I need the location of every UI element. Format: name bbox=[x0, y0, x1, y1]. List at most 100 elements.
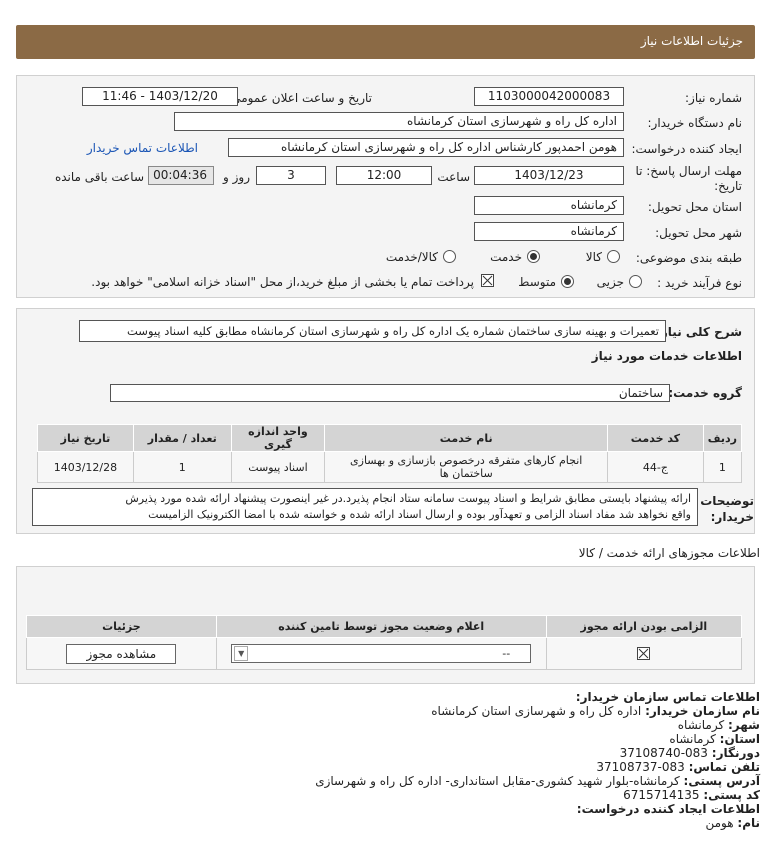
process-radio-minor[interactable] bbox=[629, 275, 642, 288]
permit-details-cell: مشاهده مجوز bbox=[26, 637, 217, 670]
need-number-field: 1103000042000083 bbox=[474, 87, 624, 106]
remaining-time-label: ساعت باقی مانده bbox=[54, 170, 144, 184]
row-number: 1 bbox=[702, 451, 743, 483]
col-permit-details: جزئیات bbox=[26, 615, 217, 638]
buyer-org-field: اداره کل راه و شهرسازی استان کرمانشاه bbox=[174, 112, 624, 131]
contact-fax-label: دورنگار: bbox=[711, 746, 760, 760]
category-option-service: خدمت bbox=[490, 250, 522, 264]
contact-province-value: کرمانشاه bbox=[669, 732, 716, 746]
permit-required-cell bbox=[545, 637, 743, 670]
category-radio-service[interactable] bbox=[527, 250, 540, 263]
services-table-header: ردیف کد خدمت نام خدمت واحد اندازه گیری ت… bbox=[37, 424, 743, 452]
creator-name-label: نام: bbox=[737, 816, 760, 830]
chevron-down-icon: ▼ bbox=[234, 646, 249, 661]
category-option-goods-service: کالا/خدمت bbox=[385, 250, 438, 264]
contact-address-value: کرمانشاه-بلوار شهید کشوری-مقابل استاندار… bbox=[315, 774, 680, 788]
deadline-time-label: ساعت bbox=[437, 170, 470, 184]
checkbox-cross-icon bbox=[638, 648, 649, 659]
buyer-notes-label: توضیحات bbox=[700, 494, 754, 508]
table-row: 1 ج-44 انجام کارهای متفرقه درخصوص بازساز… bbox=[37, 451, 743, 483]
page-header: جزئیات اطلاعات نیاز bbox=[16, 25, 755, 59]
contact-postal-line: کد پستی: 6715714135 bbox=[623, 788, 760, 802]
permit-required-checkbox bbox=[637, 647, 651, 661]
contact-city-label: شهر: bbox=[728, 718, 760, 732]
view-permit-button[interactable]: مشاهده مجوز bbox=[66, 643, 177, 664]
permit-status-select[interactable]: -- ▼ bbox=[231, 644, 532, 663]
announce-datetime-label: تاریخ و ساعت اعلان عمومی: bbox=[227, 91, 372, 105]
col-permit-required: الزامی بودن ارائه مجوز bbox=[545, 615, 743, 638]
permits-table-header: الزامی بودن ارائه مجوز اعلام وضعیت مجوز … bbox=[26, 615, 743, 638]
services-table: ردیف کد خدمت نام خدمت واحد اندازه گیری ت… bbox=[37, 424, 743, 483]
permits-section-title: اطلاعات مجوزهای ارائه خدمت / کالا bbox=[578, 546, 760, 560]
buyer-notes-box: ارائه پیشنهاد بایستی مطابق شرایط و اسناد… bbox=[32, 488, 698, 526]
checkbox-cross-icon bbox=[482, 275, 493, 286]
city-field: کرمانشاه bbox=[474, 222, 624, 241]
announce-datetime-field: 1403/12/20 - 11:46 bbox=[82, 87, 238, 106]
contact-title: اطلاعات تماس سازمان خریدار: bbox=[575, 690, 760, 704]
buyer-notes-label-2: خریدار: bbox=[710, 510, 754, 524]
col-code: کد خدمت bbox=[607, 424, 704, 452]
category-option-goods: کالا bbox=[585, 250, 602, 264]
category-radio-goods-service[interactable] bbox=[443, 250, 456, 263]
creator-label: ایجاد کننده درخواست: bbox=[631, 142, 742, 156]
process-option-minor: جزیی bbox=[596, 275, 624, 289]
creator-info-title: اطلاعات ایجاد کننده درخواست: bbox=[576, 802, 760, 816]
summary-field: تعمیرات و بهینه سازی ساختمان شماره یک اد… bbox=[79, 320, 666, 342]
treasury-payment-note: پرداخت تمام یا بخشی از مبلغ خرید،از محل … bbox=[91, 275, 474, 289]
col-unit: واحد اندازه گیری bbox=[230, 424, 326, 452]
contact-address-label: آدرس پستی: bbox=[683, 774, 760, 788]
summary-label: شرح کلی نیاز: bbox=[656, 325, 742, 339]
contact-phone-line: تلفن تماس: 083-37108737 bbox=[596, 760, 760, 774]
contact-org-label: نام سازمان خریدار: bbox=[645, 704, 760, 718]
contact-postal-value: 6715714135 bbox=[623, 788, 700, 802]
deadline-time-field: 12:00 bbox=[336, 166, 432, 185]
buyer-notes-line-2: واقع نخواهد شد مفاد اسناد الزامی و تعهدآ… bbox=[148, 508, 691, 521]
contact-org-line: نام سازمان خریدار: اداره کل راه و شهرساز… bbox=[431, 704, 760, 718]
col-count: تعداد / مقدار bbox=[132, 424, 232, 452]
deadline-label-date: تاریخ: bbox=[714, 179, 742, 193]
treasury-payment-checkbox[interactable] bbox=[481, 274, 494, 287]
contact-phone-value: 083-37108737 bbox=[596, 760, 685, 774]
services-section-title: اطلاعات خدمات مورد نیاز bbox=[591, 349, 742, 363]
contact-address-line: آدرس پستی: کرمانشاه-بلوار شهید کشوری-مقا… bbox=[315, 774, 760, 788]
process-radio-medium[interactable] bbox=[561, 275, 574, 288]
page-title: جزئیات اطلاعات نیاز bbox=[640, 34, 743, 48]
process-option-medium: متوسط bbox=[518, 275, 556, 289]
contact-phone-label: تلفن تماس: bbox=[688, 760, 760, 774]
process-label: نوع فرآیند خرید : bbox=[657, 276, 742, 290]
contact-city-value: کرمانشاه bbox=[677, 718, 725, 732]
service-date: 1403/12/28 bbox=[37, 451, 134, 483]
contact-province-line: استان: کرمانشاه bbox=[669, 732, 760, 746]
category-label: طبقه بندی موضوعی: bbox=[635, 251, 742, 265]
deadline-label: مهلت ارسال پاسخ: تا bbox=[635, 164, 742, 178]
deadline-date-field: 1403/12/23 bbox=[474, 166, 624, 185]
service-unit: اسناد پیوست bbox=[230, 451, 326, 483]
category-radio-goods[interactable] bbox=[607, 250, 620, 263]
service-group-label: گروه خدمت: bbox=[668, 386, 742, 400]
contact-postal-label: کد پستی: bbox=[703, 788, 760, 802]
contact-fax-line: دورنگار: 083-37108740 bbox=[620, 746, 760, 760]
province-field: کرمانشاه bbox=[474, 196, 624, 215]
col-row: ردیف bbox=[702, 424, 743, 452]
contact-province-label: استان: bbox=[719, 732, 760, 746]
col-permit-status: اعلام وضعیت مجوز توسط تامین کننده bbox=[215, 615, 547, 638]
service-qty: 1 bbox=[132, 451, 232, 483]
days-label: روز و bbox=[223, 170, 250, 184]
remaining-time-field: 00:04:36 bbox=[148, 166, 214, 185]
contact-city-line: شهر: کرمانشاه bbox=[678, 718, 760, 732]
province-label: استان محل تحویل: bbox=[647, 200, 742, 214]
service-group-field: ساختمان bbox=[110, 384, 670, 402]
service-name: انجام کارهای متفرقه درخصوص بازسازی و بهس… bbox=[324, 451, 609, 483]
permit-status-value: -- bbox=[502, 647, 511, 660]
col-name: نام خدمت bbox=[324, 424, 609, 452]
city-label: شهر محل تحویل: bbox=[655, 226, 742, 240]
buyer-notes-line-1: ارائه پیشنهاد بایستی مطابق شرایط و اسناد… bbox=[125, 492, 691, 505]
buyer-contact-link[interactable]: اطلاعات تماس خریدار bbox=[87, 141, 198, 155]
col-date: تاریخ نیاز bbox=[37, 424, 134, 452]
service-code: ج-44 bbox=[607, 451, 704, 483]
buyer-org-label: نام دستگاه خریدار: bbox=[647, 116, 743, 130]
need-number-label: شماره نیاز: bbox=[685, 91, 742, 105]
contact-fax-value: 083-37108740 bbox=[619, 746, 708, 760]
creator-name-value: هومن bbox=[705, 816, 734, 830]
permits-table: الزامی بودن ارائه مجوز اعلام وضعیت مجوز … bbox=[26, 615, 743, 670]
